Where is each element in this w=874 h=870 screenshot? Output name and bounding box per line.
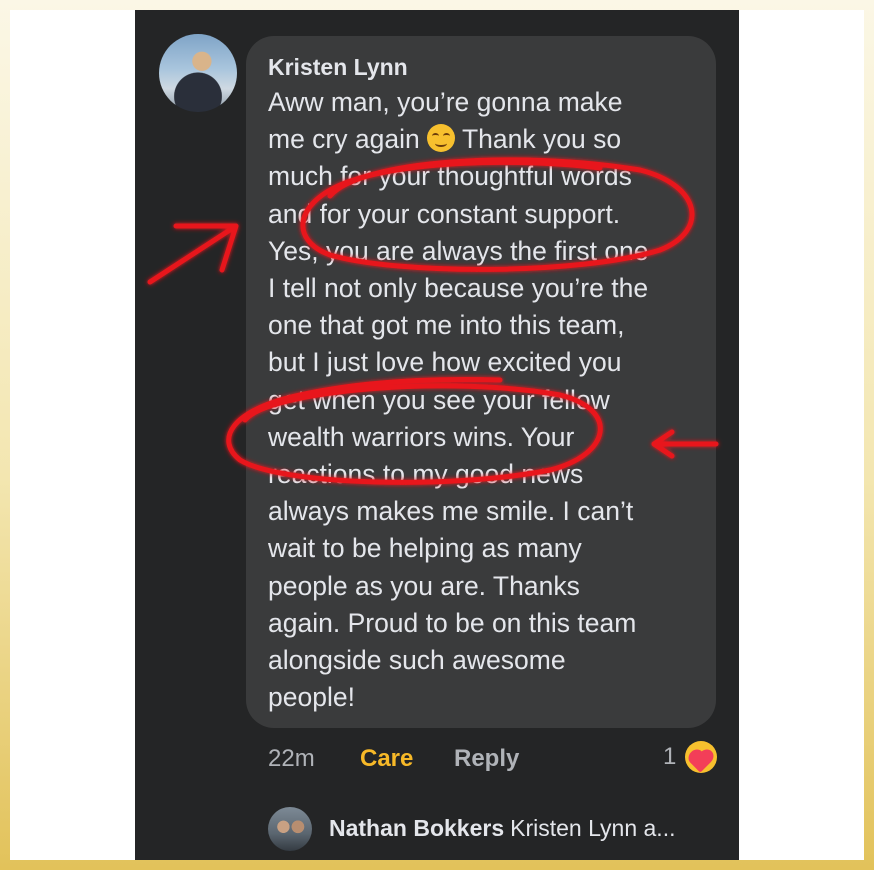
comment-thread: Kristen Lynn Aww man, you’re gonna make …: [135, 10, 739, 860]
commenter-avatar[interactable]: [159, 34, 237, 112]
comment-line: people!: [268, 682, 355, 713]
comment-line: Aww man, you’re gonna make: [268, 87, 623, 117]
comment-author[interactable]: Kristen Lynn: [268, 54, 408, 81]
reply-author: Nathan Bokkers: [329, 815, 505, 841]
smiling-face-emoji-icon: [427, 124, 456, 153]
comment-line: always makes me smile. I can’t: [268, 496, 634, 527]
comment-line: I tell not only because you’re the: [268, 273, 649, 304]
comment-line: and for your constant support.: [268, 198, 621, 229]
comment-line: wait to be helping as many: [268, 533, 582, 564]
reply-button[interactable]: Reply: [454, 745, 519, 773]
reply-author-avatar[interactable]: [268, 807, 312, 851]
reaction-count[interactable]: 1: [663, 743, 676, 771]
comment-line: me cry again Thank you so: [268, 124, 622, 155]
comment-line: but I just love how excited you: [268, 347, 622, 378]
comment-line: again. Proud to be on this team: [268, 607, 637, 638]
comment-timestamp: 22m: [268, 745, 315, 772]
comment-line: Yes, you are always the first one: [268, 235, 649, 266]
comment-line: reactions to my good news: [268, 459, 584, 490]
comment-text: Aww man, you’re gonna make me cry again …: [268, 84, 708, 716]
comment-line: one that got me into this team,: [268, 310, 625, 341]
comment-line: get when you see your fellow: [268, 384, 610, 415]
reply-preview[interactable]: Nathan Bokkers Kristen Lynn a...: [329, 815, 675, 842]
comment-line: alongside such awesome: [268, 645, 566, 676]
care-reaction-button[interactable]: Care: [360, 745, 413, 773]
comment-line: people as you are. Thanks: [268, 570, 580, 601]
care-reaction-icon[interactable]: [685, 741, 717, 773]
comment-line: wealth warriors wins. Your: [268, 421, 575, 452]
reply-snippet: Kristen Lynn a...: [510, 815, 676, 841]
comment-line: much for your thoughtful words: [268, 161, 632, 192]
